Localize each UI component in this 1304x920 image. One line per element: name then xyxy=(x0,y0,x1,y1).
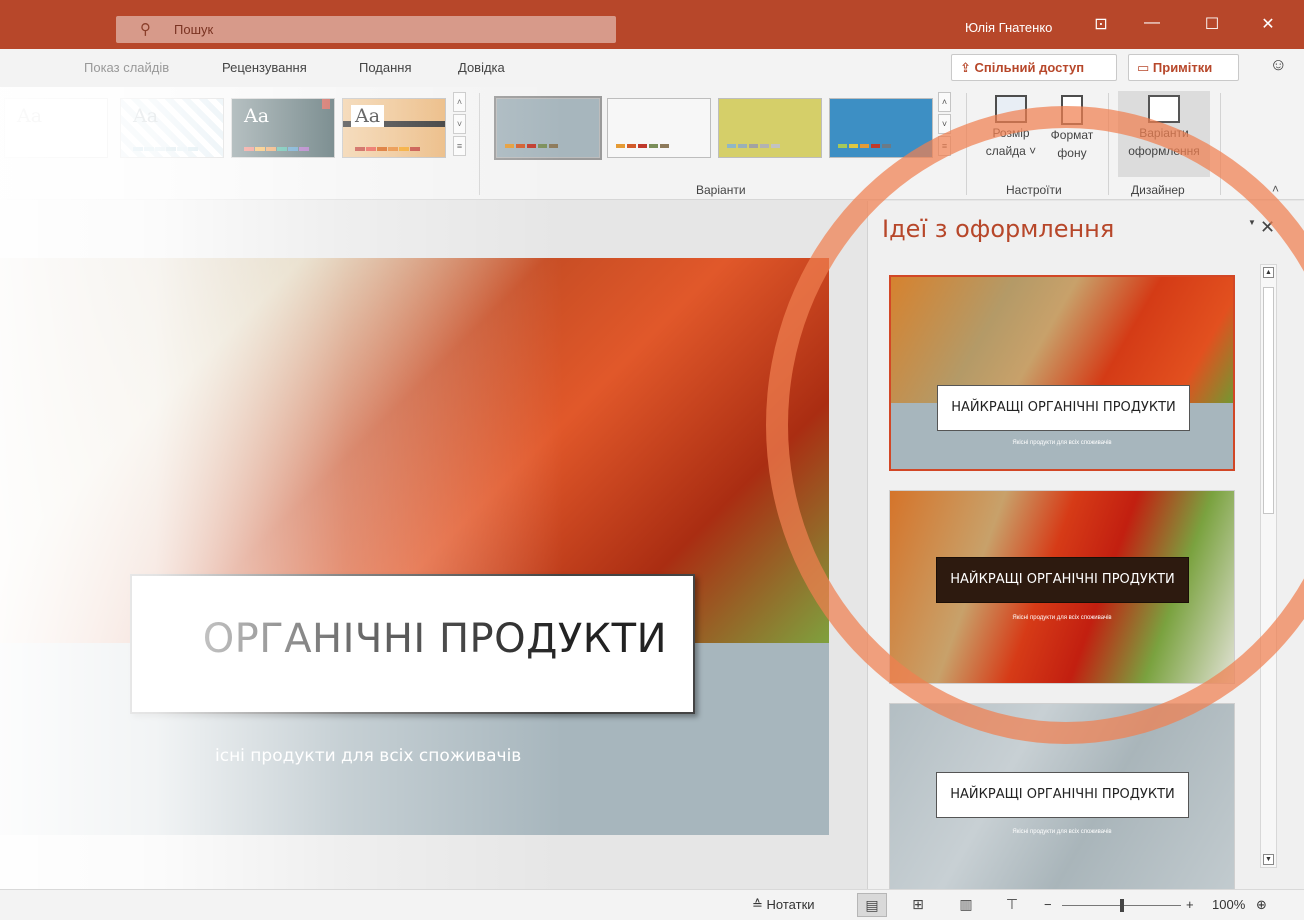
scroll-down-icon[interactable]: ▼ xyxy=(1263,854,1274,865)
design-idea-3[interactable]: НАЙКРАЩІ ОРГАНІЧНІ ПРОДУКТИ Якісні проду… xyxy=(889,703,1235,889)
scroll-up-icon[interactable]: ▲ xyxy=(1263,267,1274,278)
search-icon: ⚲ xyxy=(140,21,151,38)
comments-button[interactable]: ▭ Примітки xyxy=(1128,54,1239,81)
group-label-variants: Варіанти xyxy=(696,183,746,197)
notes-icon: ≙ xyxy=(752,897,763,912)
scroll-thumb[interactable] xyxy=(1263,287,1274,514)
theme-thumbnail-pattern[interactable]: Aa xyxy=(120,98,224,158)
tab-help[interactable]: Довідка xyxy=(458,60,505,75)
slide-sorter-icon[interactable]: ⊞ xyxy=(903,893,933,917)
maximize-button[interactable]: ☐ xyxy=(1197,14,1227,34)
slide-size-button[interactable]: Розмір слайда ˅ xyxy=(978,91,1044,160)
zoom-out-button[interactable]: − xyxy=(1044,897,1052,912)
slide-title-box[interactable]: ОРГАНІЧНІ ПРОДУКТИ xyxy=(130,574,695,714)
gallery-more-icon[interactable]: ≡ xyxy=(453,136,466,156)
close-button[interactable]: ✕ xyxy=(1253,14,1283,34)
design-ideas-button[interactable]: Варіанти оформлення xyxy=(1118,91,1210,177)
gallery-up-icon[interactable]: ˄ xyxy=(453,92,466,112)
pane-scrollbar[interactable]: ▲ ▼ xyxy=(1260,264,1277,868)
slide-title: ОРГАНІЧНІ ПРОДУКТИ xyxy=(202,616,667,662)
search-placeholder: Пошук xyxy=(174,22,214,37)
gallery-up-icon[interactable]: ˄ xyxy=(938,92,951,112)
design-ideas-pane: Ідеї з оформлення ▼ ✕ НАЙКРАЩІ ОРГАНІЧНІ… xyxy=(867,201,1304,889)
design-idea-2[interactable]: НАЙКРАЩІ ОРГАНІЧНІ ПРОДУКТИ Якісні проду… xyxy=(889,490,1235,684)
pane-close-icon[interactable]: ✕ xyxy=(1260,217,1275,238)
themes-gallery-scroll[interactable]: ˄ ˅ ≡ xyxy=(453,92,466,162)
tab-slideshow[interactable]: Показ слайдів xyxy=(84,60,169,75)
normal-view-icon[interactable]: ▤ xyxy=(857,893,887,917)
share-button[interactable]: ⇪ Спільний доступ xyxy=(951,54,1117,81)
feedback-smiley-icon[interactable]: ☺ xyxy=(1270,55,1287,75)
idea-subtitle: Якісні продукти для всіх споживачів xyxy=(1012,440,1112,446)
theme-thumbnail-dark[interactable]: Aa xyxy=(231,98,335,158)
idea-title: НАЙКРАЩІ ОРГАНІЧНІ ПРОДУКТИ xyxy=(936,772,1189,818)
share-icon: ⇪ xyxy=(960,60,975,75)
pane-options-icon[interactable]: ▼ xyxy=(1248,218,1256,227)
format-background-button[interactable]: Формат фону xyxy=(1044,91,1100,162)
slide-subtitle[interactable]: існі продукти для всіх споживачів xyxy=(215,746,521,766)
pane-title: Ідеї з оформлення xyxy=(882,215,1115,243)
zoom-slider-thumb[interactable] xyxy=(1120,899,1124,912)
tab-review[interactable]: Рецензування xyxy=(222,60,307,75)
ribbon-display-options-icon[interactable]: ⊡ xyxy=(1086,14,1116,34)
variants-gallery-scroll[interactable]: ˄ ˅ ≡ xyxy=(938,92,951,162)
gallery-down-icon[interactable]: ˅ xyxy=(453,114,466,134)
idea-title: НАЙКРАЩІ ОРГАНІЧНІ ПРОДУКТИ xyxy=(936,557,1189,603)
group-label-designer: Дизайнер xyxy=(1131,183,1185,197)
slide-size-icon xyxy=(995,95,1027,123)
idea-subtitle: Якісні продукти для всіх споживачів xyxy=(1012,829,1112,835)
reading-view-icon[interactable]: ▥ xyxy=(951,893,981,917)
status-bar: ≙ Нотатки ▤ ⊞ ▥ ⊤ − + 100% ⊕ xyxy=(0,889,1304,920)
zoom-in-button[interactable]: + xyxy=(1186,897,1194,912)
notes-button[interactable]: ≙ Нотатки xyxy=(752,897,815,913)
theme-thumbnail-warm[interactable]: Aa xyxy=(342,98,446,158)
minimize-button[interactable]: — xyxy=(1137,14,1167,32)
tab-view[interactable]: Подання xyxy=(359,60,412,75)
ribbon-body: Aa Aa Aa Aa ˄ ˅ ≡ ˄ ˅ ≡ Варіанти Розмір xyxy=(0,87,1304,200)
design-idea-1[interactable]: НАЙКРАЩІ ОРГАНІЧНІ ПРОДУКТИ Якісні проду… xyxy=(889,275,1235,471)
search-box[interactable]: ⚲ Пошук xyxy=(116,16,616,43)
title-bar: ⚲ Пошук Юлія Гнатенко ⊡ — ☐ ✕ xyxy=(0,0,1304,49)
variant-thumbnail-white[interactable] xyxy=(607,98,711,158)
idea-subtitle: Якісні продукти для всіх споживачів xyxy=(1012,615,1112,621)
fit-to-window-icon[interactable]: ⊕ xyxy=(1256,897,1267,913)
gallery-down-icon[interactable]: ˅ xyxy=(938,114,951,134)
zoom-level[interactable]: 100% xyxy=(1212,897,1245,912)
variant-thumbnail-grey[interactable] xyxy=(494,96,602,160)
slide-canvas[interactable]: ОРГАНІЧНІ ПРОДУКТИ існі продукти для всі… xyxy=(0,258,829,835)
variant-thumbnail-blue[interactable] xyxy=(829,98,933,158)
variant-thumbnail-yellow[interactable] xyxy=(718,98,822,158)
collapse-ribbon-icon[interactable]: ˄ xyxy=(1272,182,1279,196)
theme-thumbnail-office[interactable]: Aa xyxy=(4,98,108,158)
format-background-icon xyxy=(1061,95,1083,125)
idea-title: НАЙКРАЩІ ОРГАНІЧНІ ПРОДУКТИ xyxy=(937,385,1190,431)
gallery-more-icon[interactable]: ≡ xyxy=(938,136,951,156)
slideshow-icon[interactable]: ⊤ xyxy=(997,893,1027,917)
design-ideas-icon xyxy=(1148,95,1180,123)
ribbon-tabs: Показ слайдів Рецензування Подання Довід… xyxy=(0,49,1304,87)
group-label-customize: Настроїти xyxy=(1006,183,1062,197)
comment-icon: ▭ xyxy=(1137,60,1153,75)
user-name[interactable]: Юлія Гнатенко xyxy=(965,20,1052,35)
